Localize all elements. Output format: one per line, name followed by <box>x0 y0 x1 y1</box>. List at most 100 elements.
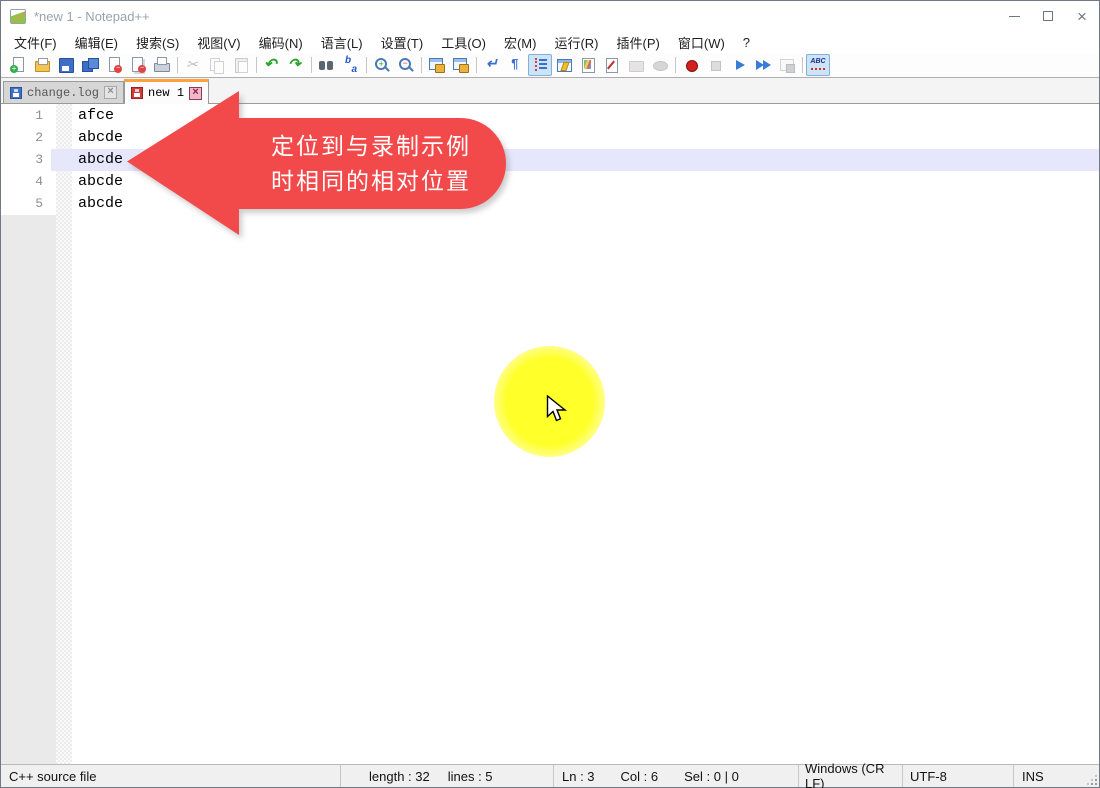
toolbar-icon <box>288 57 304 73</box>
tab-bar: change.log × new 1 × <box>1 78 1099 104</box>
user-lang-dialog-button[interactable] <box>600 54 624 76</box>
menu-item-tools[interactable]: 工具(O) <box>432 31 495 54</box>
maximize-icon <box>1043 11 1053 21</box>
text-editor[interactable]: 1 afce 2 abcde 3 abcde 4 abcde 5 <box>1 104 1099 764</box>
menu-bar: 文件(F)编辑(E)搜索(S)视图(V)编码(N)语言(L)设置(T)工具(O)… <box>1 31 1099 53</box>
macro-play-button[interactable] <box>727 54 751 76</box>
toolbar-separator <box>253 54 260 76</box>
toolbar-icon <box>209 57 225 73</box>
word-wrap-button[interactable] <box>480 54 504 76</box>
function-list-button[interactable] <box>552 54 576 76</box>
toolbar-icon <box>779 57 795 73</box>
copy-button[interactable] <box>205 54 229 76</box>
show-all-characters-button[interactable] <box>504 54 528 76</box>
toolbar-icon <box>580 57 596 73</box>
menu-item-window[interactable]: 窗口(W) <box>669 31 734 54</box>
tab-close-icon[interactable]: × <box>104 86 117 99</box>
menu-item-plugins[interactable]: 插件(P) <box>608 31 669 54</box>
macro-run-multiple-button[interactable] <box>751 54 775 76</box>
status-caret-position: Ln : 3 Col : 6 Sel : 0 | 0 <box>554 765 799 787</box>
toolbar-icon <box>256 57 257 73</box>
tab-change-log[interactable]: change.log × <box>3 81 124 103</box>
status-length-lines: length : 32 lines : 5 <box>341 765 554 787</box>
find-button[interactable] <box>315 54 339 76</box>
toolbar-icon <box>398 57 414 73</box>
menu-item-edit[interactable]: 编辑(E) <box>66 31 127 54</box>
tab-close-icon[interactable]: × <box>189 87 202 100</box>
toolbar-icon <box>675 57 676 73</box>
menu-item-macro[interactable]: 宏(M) <box>495 31 546 54</box>
toolbar-icon <box>58 57 74 73</box>
macro-record-button[interactable] <box>679 54 703 76</box>
window-controls: × <box>997 1 1099 31</box>
close-file-button[interactable] <box>102 54 126 76</box>
editor-line: 2 abcde <box>1 127 1099 149</box>
macro-stop-button[interactable] <box>703 54 727 76</box>
cut-button[interactable] <box>181 54 205 76</box>
menu-item-file[interactable]: 文件(F) <box>5 31 66 54</box>
toolbar-separator <box>363 54 370 76</box>
toolbar-icon <box>652 57 668 73</box>
sync-vertical-button[interactable] <box>425 54 449 76</box>
line-number-margin <box>1 215 56 764</box>
file-status-icon <box>10 87 22 99</box>
tab-new-1[interactable]: new 1 × <box>124 79 209 104</box>
toolbar-icon <box>532 57 548 73</box>
menu-item-language[interactable]: 语言(L) <box>312 31 372 54</box>
menu-item-search[interactable]: 搜索(S) <box>127 31 188 54</box>
toolbar-icon <box>366 57 367 73</box>
toolbar-icon <box>343 57 359 73</box>
print-button[interactable] <box>150 54 174 76</box>
spell-check-button[interactable] <box>806 54 830 76</box>
document-map-button[interactable] <box>576 54 600 76</box>
close-button[interactable]: × <box>1065 1 1099 31</box>
replace-button[interactable] <box>339 54 363 76</box>
app-logo-icon <box>10 9 26 24</box>
toolbar-icon <box>185 57 201 73</box>
toolbar-icon <box>802 57 803 73</box>
status-selection: Sel : 0 | 0 <box>684 769 739 784</box>
maximize-button[interactable] <box>1031 1 1065 31</box>
folder-workspace-button[interactable] <box>624 54 648 76</box>
close-all-button[interactable] <box>126 54 150 76</box>
paste-button[interactable] <box>229 54 253 76</box>
toolbar-icon <box>755 57 771 73</box>
tab-label: change.log <box>27 86 99 100</box>
editor-lines: 1 afce 2 abcde 3 abcde 4 abcde 5 <box>1 104 1099 215</box>
editor-line: 4 abcde <box>1 171 1099 193</box>
toolbar-icon <box>683 57 699 73</box>
toolbar-icon <box>106 57 122 73</box>
sync-horizontal-button[interactable] <box>449 54 473 76</box>
menu-item-settings[interactable]: 设置(T) <box>372 31 433 54</box>
zoom-in-button[interactable] <box>370 54 394 76</box>
menu-item-help[interactable]: ? <box>734 33 759 52</box>
menu-item-encoding[interactable]: 编码(N) <box>250 31 312 54</box>
title-bar: *new 1 - Notepad++ × <box>1 1 1099 31</box>
macro-save-button[interactable] <box>775 54 799 76</box>
fold-cell <box>51 127 72 149</box>
fold-cell <box>51 171 72 193</box>
undo-button[interactable] <box>260 54 284 76</box>
line-number: 5 <box>1 193 51 215</box>
monitoring-button[interactable] <box>648 54 672 76</box>
resize-grip[interactable] <box>1087 775 1097 785</box>
open-file-button[interactable] <box>30 54 54 76</box>
toolbar-icon <box>556 57 572 73</box>
save-all-button[interactable] <box>78 54 102 76</box>
zoom-out-button[interactable] <box>394 54 418 76</box>
window-title: *new 1 - Notepad++ <box>34 9 150 24</box>
minimize-icon <box>1009 16 1020 17</box>
minimize-button[interactable] <box>997 1 1031 31</box>
save-file-button[interactable] <box>54 54 78 76</box>
toolbar-icon <box>810 57 826 73</box>
indent-guide-button[interactable] <box>528 54 552 76</box>
line-number: 1 <box>1 105 51 127</box>
menu-item-run[interactable]: 运行(R) <box>545 31 607 54</box>
menu-item-view[interactable]: 视图(V) <box>188 31 249 54</box>
toolbar-icon <box>628 57 644 73</box>
new-file-button[interactable] <box>6 54 30 76</box>
redo-button[interactable] <box>284 54 308 76</box>
toolbar-separator <box>473 54 480 76</box>
toolbar-separator <box>308 54 315 76</box>
status-length: length : 32 <box>369 769 430 784</box>
